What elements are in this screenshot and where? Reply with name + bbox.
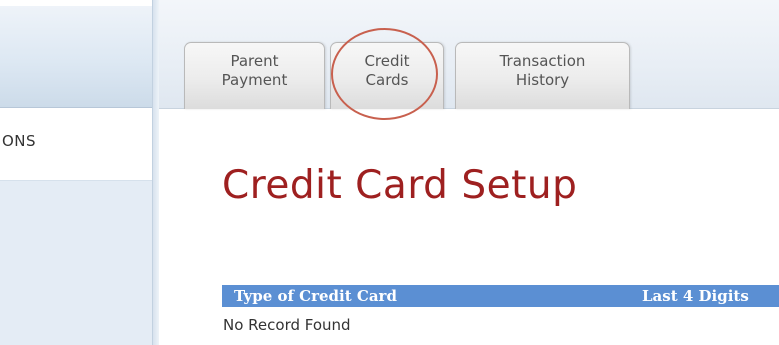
tab-parent-payment[interactable]: Parent Payment (184, 42, 325, 109)
page-title: Credit Card Setup (222, 163, 578, 208)
app-frame: ONS Parent Payment Credit Cards Transact… (0, 0, 779, 345)
sidebar-item[interactable]: ONS (0, 108, 152, 181)
column-header-card-type: Type of Credit Card (234, 287, 397, 305)
tab-transaction-history[interactable]: Transaction History (455, 42, 630, 109)
column-header-last-digits: Last 4 Digits (642, 287, 749, 305)
tab-transaction-history-label: Transaction History (499, 52, 586, 89)
sidebar: ONS (0, 0, 158, 345)
tab-parent-payment-label: Parent Payment (221, 52, 288, 89)
empty-table-message: No Record Found (223, 316, 351, 334)
sidebar-divider[interactable] (152, 0, 159, 345)
sidebar-lower-panel (0, 181, 152, 345)
tab-credit-cards[interactable]: Credit Cards (330, 42, 444, 109)
sidebar-item-label: ONS (2, 132, 37, 150)
sidebar-header (0, 6, 158, 108)
tab-credit-cards-label: Credit Cards (364, 52, 410, 89)
credit-card-table-header: Type of Credit Card Last 4 Digits (222, 285, 779, 307)
